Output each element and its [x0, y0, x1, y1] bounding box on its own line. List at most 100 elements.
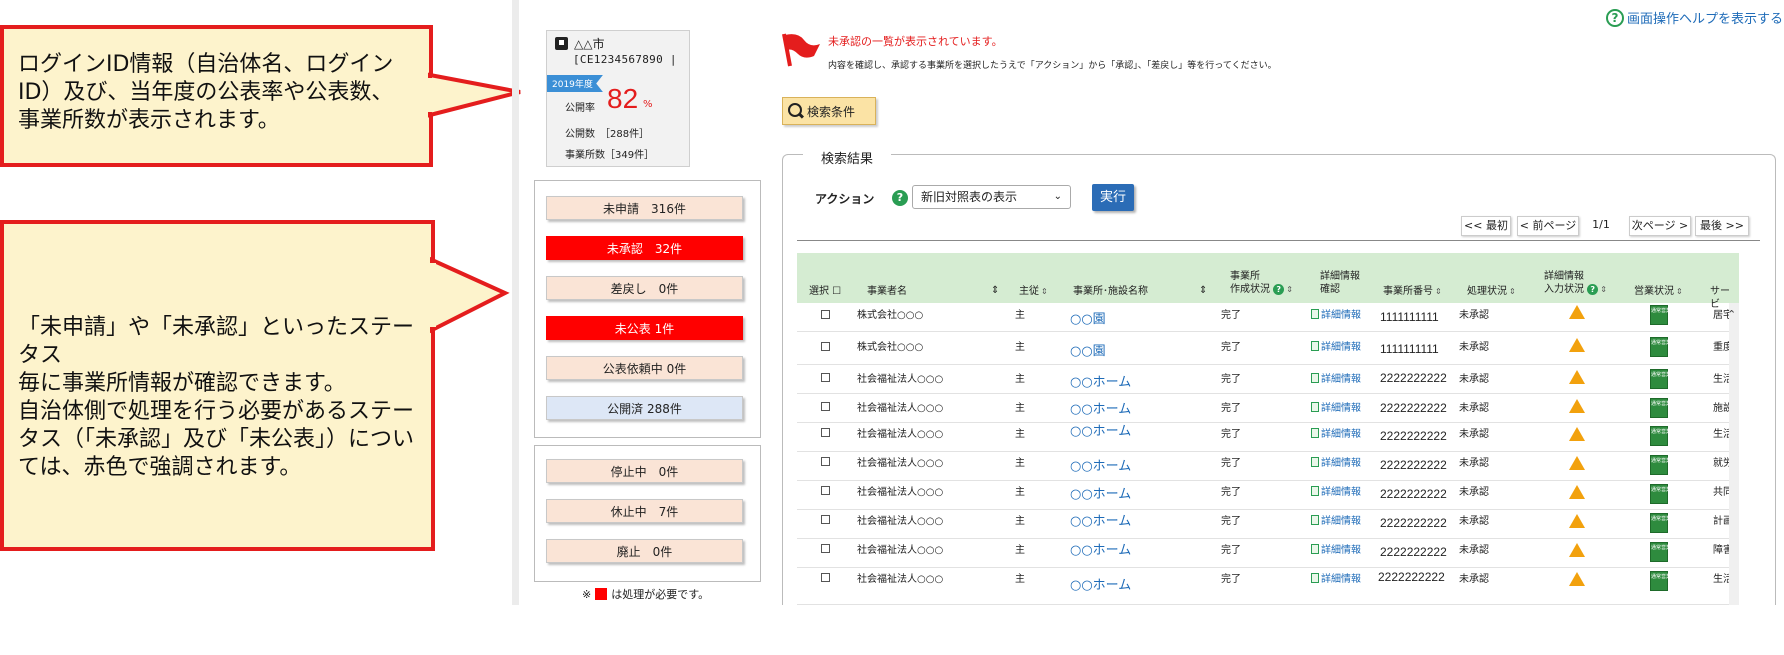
row-checkbox[interactable] [821, 544, 830, 553]
cell-process: 未承認 [1459, 374, 1489, 385]
cell-detail-link[interactable]: 詳細情報 [1311, 454, 1361, 469]
status-button-publish-requested[interactable]: 公表依頼中 0件 [546, 356, 743, 380]
warning-icon [1569, 543, 1585, 557]
pager-rule [797, 240, 1760, 241]
cell-detail-link[interactable]: 詳細情報 [1311, 399, 1361, 414]
cell-detail-link[interactable]: 詳細情報 [1311, 570, 1361, 585]
sort-icon[interactable]: ⇕ [991, 284, 999, 297]
cell-detail-label: 詳細情報 [1321, 545, 1361, 556]
col-status-line2: 作成状況 ? ⇕ [1230, 283, 1293, 296]
cell-main: 主 [1015, 310, 1025, 321]
col-process-label: 処理状況 [1467, 286, 1507, 297]
col-input[interactable]: 詳細情報 入力状況 ? ⇕ [1544, 270, 1607, 296]
cell-detail-link[interactable]: 詳細情報 [1311, 338, 1361, 353]
cell-operator: 社会福祉法人○○○ [857, 429, 944, 440]
pager-last[interactable]: 最後 >> [1695, 216, 1749, 236]
row-checkbox[interactable] [821, 573, 830, 582]
cell-detail-link[interactable]: 詳細情報 [1311, 483, 1361, 498]
row-checkbox[interactable] [821, 515, 830, 524]
cell-facility-link[interactable]: ○○ホーム [1070, 539, 1131, 558]
col-office-no-label: 事業所番号 [1383, 286, 1433, 297]
document-icon [1311, 340, 1319, 351]
col-facility[interactable]: 事業所･施設名称 [1073, 285, 1148, 298]
status-button-returned[interactable]: 差戻し 0件 [546, 276, 743, 300]
table-scrollbar[interactable] [1729, 303, 1739, 605]
col-office-no[interactable]: 事業所番号 ⇕ [1383, 285, 1442, 298]
help-link[interactable]: ? 画面操作ヘルプを表示する [1606, 8, 1783, 27]
row-checkbox[interactable] [821, 457, 830, 466]
col-status[interactable]: 事業所 作成状況 ? ⇕ [1230, 270, 1293, 296]
cell-status: 完了 [1221, 429, 1241, 440]
pager-prev[interactable]: < 前ページ [1517, 216, 1579, 236]
cell-facility-link[interactable]: ○○ホーム [1070, 510, 1131, 529]
status-button-paused[interactable]: 休止中 7件 [546, 499, 743, 523]
document-icon [1311, 514, 1319, 525]
table-row: 社会福祉法人○○○ 主 ○○ホーム 完了 詳細情報 2222222222 未承認… [797, 452, 1739, 481]
cell-facility-link[interactable]: ○○ホーム [1070, 455, 1131, 474]
action-select[interactable]: 新旧対照表の表示 ⌄ [912, 185, 1071, 209]
cell-detail-link[interactable]: 詳細情報 [1311, 306, 1361, 321]
warning-icon [1569, 514, 1585, 528]
cell-process: 未承認 [1459, 310, 1489, 321]
col-input-line2-label: 入力状況 [1544, 284, 1584, 295]
question-icon[interactable]: ? [892, 190, 908, 206]
col-process[interactable]: 処理状況 ⇕ [1467, 285, 1516, 298]
pager-page: 1/1 [1592, 218, 1610, 231]
cell-process: 未承認 [1459, 545, 1489, 556]
cell-main: 主 [1015, 403, 1025, 414]
pager-first[interactable]: << 最初 [1461, 216, 1511, 236]
cell-facility-link[interactable]: ○○ホーム [1070, 483, 1131, 502]
question-icon[interactable]: ? [1273, 283, 1285, 295]
col-select[interactable]: 選択 ☐ [809, 285, 841, 298]
status-button-unpublished[interactable]: 未公表 1件 [546, 316, 743, 340]
row-checkbox[interactable] [821, 342, 830, 351]
col-business[interactable]: 営業状況 ⇕ [1634, 285, 1683, 298]
cell-main: 主 [1015, 574, 1025, 585]
chevron-up-icon[interactable]: ⌃ [1727, 308, 1736, 321]
execute-button[interactable]: 実行 [1092, 184, 1134, 211]
cell-detail-link[interactable]: 詳細情報 [1311, 425, 1361, 440]
cell-status: 完了 [1221, 487, 1241, 498]
cell-facility-link[interactable]: ○○ホーム [1070, 574, 1131, 593]
cell-detail-label: 詳細情報 [1321, 574, 1361, 585]
sort-icon[interactable]: ⇕ [1199, 284, 1207, 297]
cell-facility-link[interactable]: ○○ホーム [1070, 420, 1131, 439]
cell-detail-link[interactable]: 詳細情報 [1311, 541, 1361, 556]
row-checkbox[interactable] [821, 486, 830, 495]
rate-value: 82 [607, 83, 639, 114]
cell-facility-link[interactable]: ○○園 [1070, 340, 1106, 359]
cell-detail-link[interactable]: 詳細情報 [1311, 512, 1361, 527]
search-conditions-label: 検索条件 [807, 104, 856, 119]
cell-facility-link[interactable]: ○○園 [1070, 308, 1106, 327]
pager-next[interactable]: 次ページ > [1629, 216, 1691, 236]
row-checkbox[interactable] [821, 402, 830, 411]
cell-status: 完了 [1221, 342, 1241, 353]
status-button-closed[interactable]: 廃止 0件 [546, 539, 743, 563]
cell-facility-link[interactable]: ○○ホーム [1070, 398, 1131, 417]
search-conditions-button[interactable]: 検索条件 [782, 97, 876, 125]
col-operator[interactable]: 事業者名 [867, 285, 907, 298]
cell-process: 未承認 [1459, 574, 1489, 585]
document-icon [1311, 572, 1319, 583]
cell-status: 完了 [1221, 516, 1241, 527]
row-checkbox[interactable] [821, 373, 830, 382]
cell-operator: 社会福祉法人○○○ [857, 458, 944, 469]
building-icon [555, 37, 568, 50]
warning-icon [1569, 456, 1585, 470]
document-icon [1311, 401, 1319, 412]
cell-detail-link[interactable]: 詳細情報 [1311, 370, 1361, 385]
row-checkbox[interactable] [821, 428, 830, 437]
cell-status: 完了 [1221, 458, 1241, 469]
row-checkbox[interactable] [821, 310, 830, 319]
status-button-unapplied[interactable]: 未申請 316件 [546, 196, 743, 220]
login-info-box: △△市 [CE1234567890 | 2019年度 公開率 82 % 公開数 … [546, 30, 690, 167]
cell-facility-link[interactable]: ○○ホーム [1070, 371, 1131, 390]
cell-status: 完了 [1221, 374, 1241, 385]
status-button-published[interactable]: 公開済 288件 [546, 396, 743, 420]
cell-office-no: 2222222222 [1380, 429, 1447, 443]
status-button-suspended[interactable]: 停止中 0件 [546, 459, 743, 483]
status-button-unapproved[interactable]: 未承認 32件 [546, 236, 743, 260]
question-icon[interactable]: ? [1587, 283, 1599, 295]
cell-operator: 社会福祉法人○○○ [857, 574, 944, 585]
col-main-sub[interactable]: 主従 ⇕ [1019, 285, 1048, 298]
